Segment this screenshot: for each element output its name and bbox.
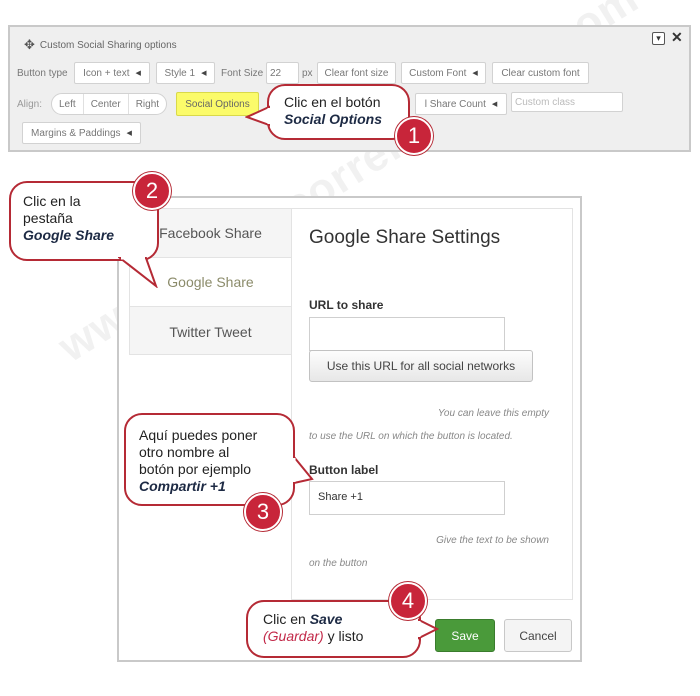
share-count-select[interactable]: l Share Count ◀ (415, 93, 507, 115)
align-center-option[interactable]: Center (84, 94, 129, 114)
button-type-select[interactable]: Icon + text ◀ (74, 62, 150, 84)
caret-left-icon: ◀ (201, 70, 207, 77)
callout-4-pre: Clic en (263, 611, 310, 627)
caret-left-icon: ◀ (126, 130, 132, 137)
callout-4-bold: Save (309, 611, 343, 627)
callout-step-3: Aquí puedes poner otro nombre al botón p… (124, 413, 295, 506)
caret-left-icon: ◀ (135, 70, 141, 77)
font-size-unit: px (302, 68, 313, 79)
button-hint-line-1: Give the text to be shown (436, 535, 549, 546)
callout-1-pointer (245, 105, 271, 127)
button-hint-line-2: on the button (309, 558, 368, 569)
clear-custom-font-button[interactable]: Clear custom font (492, 62, 589, 84)
share-count-label: l Share Count (424, 98, 486, 110)
callout-3-line-2: otro nombre al (139, 444, 230, 460)
step-badge-3: 3 (244, 493, 282, 531)
button-type-value: Icon + text (83, 67, 130, 79)
custom-class-input[interactable]: Custom class (511, 92, 623, 112)
cancel-button-label: Cancel (519, 628, 557, 643)
custom-font-select[interactable]: Custom Font ◀ (401, 62, 486, 84)
callout-3-line-3: botón por ejemplo (139, 461, 252, 477)
custom-font-label: Custom Font (409, 67, 467, 79)
use-url-button-label: Use this URL for all social networks (326, 359, 516, 373)
font-size-input[interactable]: 22 (266, 62, 299, 84)
button-label-label: Button label (309, 463, 379, 477)
callout-step-1: Clic en el botón Social Options (267, 84, 410, 140)
button-label-value: Share +1 (318, 491, 363, 503)
save-button-label: Save (451, 628, 479, 643)
settings-heading: Google Share Settings (309, 227, 501, 248)
collapse-icon[interactable]: ▾ (652, 32, 665, 45)
clear-font-size-button[interactable]: Clear font size (317, 62, 396, 84)
toolbar-title-row: ✥ Custom Social Sharing options (24, 37, 177, 53)
callout-4-post: y listo (323, 628, 364, 644)
align-segmented-control: Left Center Right (51, 93, 168, 115)
google-share-settings-panel: Google Share Settings URL to share Use t… (291, 208, 573, 600)
font-size-label: Font Size (221, 68, 264, 79)
url-to-share-input[interactable] (309, 317, 505, 351)
callout-1-bold: Social Options (284, 111, 383, 127)
url-hint-line-2: to use the URL on which the button is lo… (309, 431, 513, 442)
toolbar-title: Custom Social Sharing options (39, 39, 177, 51)
font-size-value: 22 (270, 67, 282, 79)
align-label: Align: (17, 99, 43, 110)
save-button[interactable]: Save (435, 619, 495, 652)
caret-left-icon: ◀ (472, 70, 478, 77)
step-badge-2: 2 (133, 172, 171, 210)
align-right-option[interactable]: Right (129, 94, 166, 114)
button-type-label: Button type (17, 68, 68, 79)
social-options-label: Social Options (185, 98, 250, 110)
callout-1-text: Clic en el botón (284, 94, 381, 110)
clear-custom-font-label: Clear custom font (501, 67, 580, 79)
callout-2-pointer (118, 256, 158, 288)
callout-4-pink: (Guardar) (263, 628, 324, 644)
callout-4-line-2: (Guardar) y listo (263, 628, 419, 645)
callout-2-line-2: pestaña (23, 210, 73, 226)
tab-twitter-tweet[interactable]: Twitter Tweet (130, 307, 291, 356)
clear-font-size-label: Clear font size (324, 67, 389, 79)
button-label-input[interactable]: Share +1 (309, 481, 505, 515)
move-icon[interactable]: ✥ (24, 37, 35, 53)
callout-3-pointer (292, 455, 314, 485)
margins-paddings-label: Margins & Paddings (31, 127, 121, 139)
callout-3-bold: Compartir +1 (139, 478, 226, 494)
align-left-option[interactable]: Left (52, 94, 84, 114)
margins-paddings-select[interactable]: Margins & Paddings ◀ (22, 122, 141, 144)
style-value: Style 1 (164, 67, 196, 79)
url-hint-line-1: You can leave this empty (437, 408, 549, 419)
step-badge-1: 1 (395, 117, 433, 155)
step-badge-4: 4 (389, 582, 427, 620)
use-url-all-networks-button[interactable]: Use this URL for all social networks (309, 350, 533, 382)
cancel-button[interactable]: Cancel (504, 619, 572, 652)
callout-4-pointer (417, 618, 439, 640)
callout-3-line-1: Aquí puedes poner (139, 427, 258, 443)
close-icon[interactable]: ✕ (671, 29, 683, 46)
caret-left-icon: ◀ (491, 101, 498, 108)
custom-class-placeholder: Custom class (515, 96, 576, 108)
callout-2-bold: Google Share (23, 227, 115, 243)
style-select[interactable]: Style 1 ◀ (156, 62, 215, 84)
url-to-share-label: URL to share (309, 298, 384, 312)
